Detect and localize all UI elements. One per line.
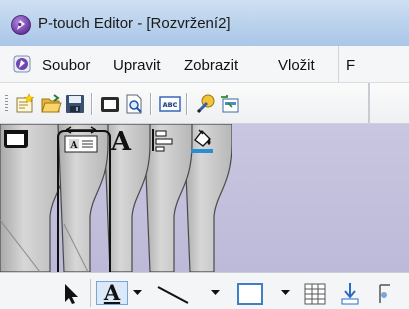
database-tool-icon[interactable] (336, 281, 366, 305)
select-arrow-icon[interactable] (56, 281, 86, 305)
menu-divider (338, 46, 339, 82)
table-tool-icon[interactable] (300, 281, 330, 305)
selected-tab-highlight (57, 130, 111, 279)
line-tool-dropdown[interactable] (209, 281, 222, 305)
window-title: P-touch Editor - [Rozvržení2] (38, 15, 231, 32)
drawbar-separator (90, 279, 91, 307)
alignment-tab-icon[interactable] (150, 128, 174, 152)
image-tool-icon[interactable] (372, 281, 402, 305)
svg-text:A: A (110, 127, 132, 154)
line-tool-icon[interactable] (152, 281, 196, 305)
toolbar-separator (186, 93, 188, 115)
chevron-down-icon (133, 290, 142, 295)
new-layout-icon[interactable] (14, 93, 36, 115)
text-abc-icon[interactable]: ABC (159, 93, 181, 115)
chevron-down-icon (211, 290, 220, 295)
title-bar: P-touch Editor - [Rozvržení2] (0, 0, 409, 46)
save-icon[interactable] (64, 93, 86, 115)
menu-bar: Soubor Upravit Zobrazit Vložit F (0, 46, 409, 83)
text-tool-label: A (103, 280, 121, 305)
standard-toolbar: ABC (0, 83, 409, 124)
text-tool-button[interactable]: A (96, 281, 128, 305)
menu-view[interactable]: Zobrazit (184, 57, 238, 74)
chevron-down-icon (281, 290, 290, 295)
app-icon[interactable] (11, 15, 31, 35)
wizard-icon[interactable] (195, 93, 217, 115)
rectangle-tool-dropdown[interactable] (279, 281, 292, 305)
text-tool-dropdown[interactable] (131, 281, 144, 305)
menu-format[interactable]: F (346, 57, 355, 74)
open-folder-icon[interactable] (40, 93, 62, 115)
label-view-icon[interactable] (219, 93, 241, 115)
print-preview-icon[interactable] (123, 93, 145, 115)
rectangle-tool-icon[interactable] (232, 281, 268, 305)
menu-edit[interactable]: Upravit (113, 57, 161, 74)
paper-tab-icon[interactable] (3, 128, 29, 150)
toolbar-separator (150, 93, 152, 115)
menu-file[interactable]: Soubor (42, 57, 90, 74)
svg-text:ABC: ABC (163, 101, 178, 109)
print-icon[interactable] (99, 93, 121, 115)
toolbar-grip[interactable] (5, 95, 8, 113)
text-tab-icon[interactable]: A (109, 126, 133, 154)
menu-insert[interactable]: Vložit (278, 57, 315, 74)
toolbar-separator (91, 93, 93, 115)
drawing-toolbar: A (0, 272, 409, 309)
fill-tab-icon[interactable] (189, 126, 215, 154)
toolbar-edge (368, 83, 370, 123)
document-icon[interactable] (13, 55, 31, 73)
